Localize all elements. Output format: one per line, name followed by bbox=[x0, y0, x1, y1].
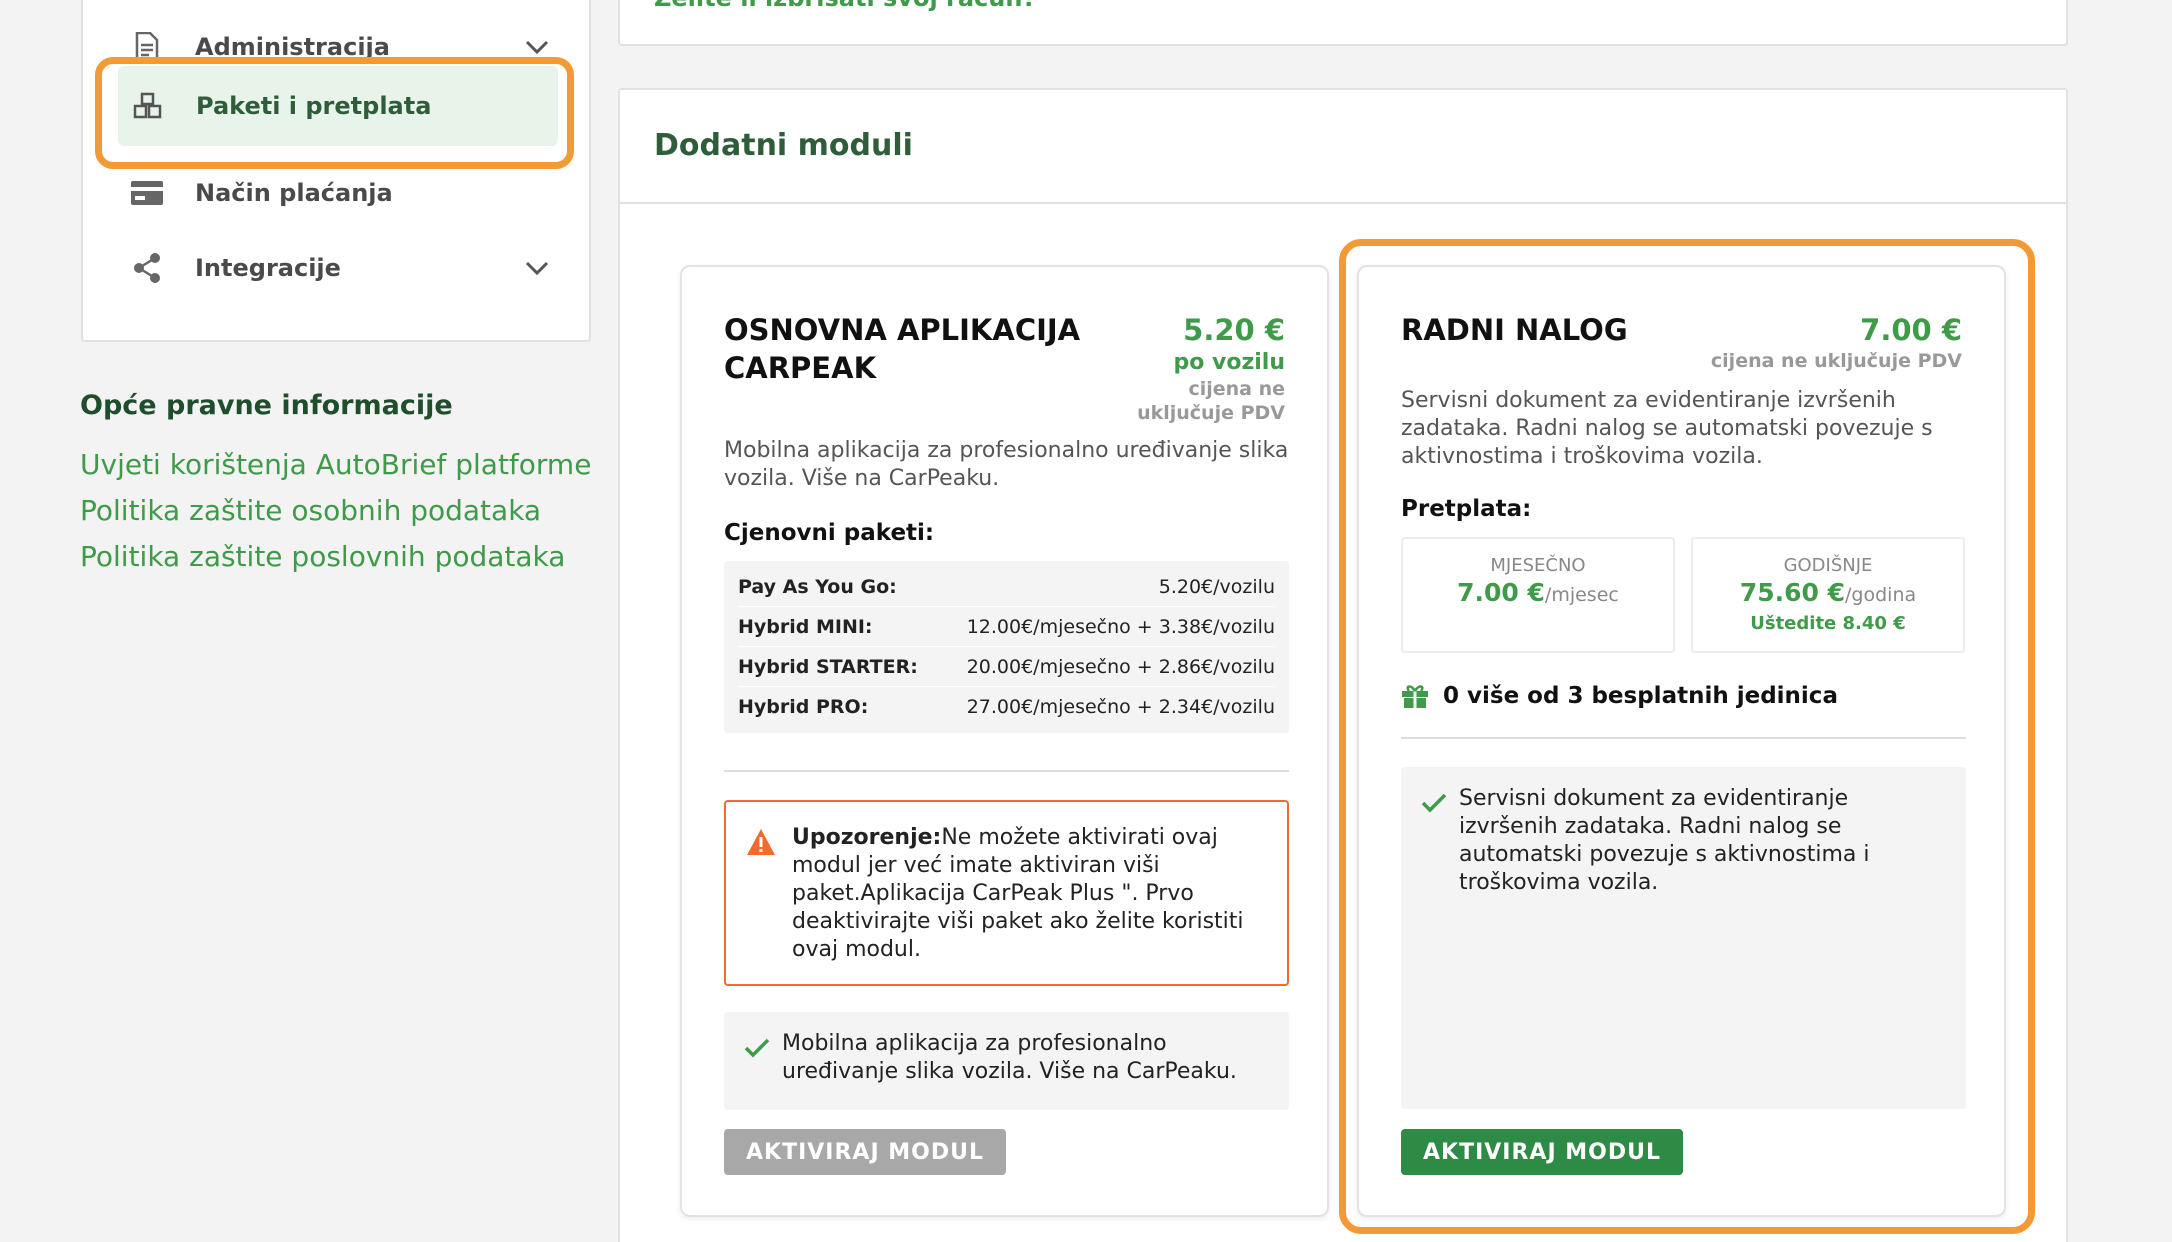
divider bbox=[1401, 737, 1966, 739]
free-units-text: 0 više od 3 besplatnih jedinica bbox=[1443, 683, 1838, 709]
boxes-icon bbox=[118, 92, 178, 120]
vat-note: cijena ne uključuje PDV bbox=[1710, 350, 1962, 372]
table-row: Hybrid PRO: 27.00€/mjesečno + 2.34€/vozil… bbox=[738, 687, 1275, 727]
plan-price-value: 7.00 € bbox=[1457, 578, 1545, 607]
plan-price: 75.60 €/godina bbox=[1693, 578, 1963, 607]
package-name: Hybrid STARTER: bbox=[738, 655, 918, 678]
plan-unit: /godina bbox=[1845, 584, 1917, 606]
price-unit: po vozilu bbox=[1173, 350, 1285, 375]
modules-title: Dodatni moduli bbox=[654, 128, 913, 163]
card-title: OSNOVNA APLIKACIJA CARPEAK bbox=[724, 313, 1081, 385]
module-card-radni-nalog: RADNI NALOG 7.00 € cijena ne uključuje P… bbox=[1357, 265, 2006, 1217]
plan-label: GODIŠNJE bbox=[1783, 555, 1873, 576]
check-icon bbox=[1421, 793, 1447, 821]
check-icon bbox=[744, 1038, 770, 1066]
plan-price: 7.00 €/mjesec bbox=[1403, 578, 1673, 607]
plan-price-value: 75.60 € bbox=[1739, 578, 1846, 607]
warning-icon bbox=[746, 828, 776, 864]
package-name: Pay As You Go: bbox=[738, 575, 897, 598]
price-block: 5.20 € po vozilu cijena ne uključuje PDV bbox=[1135, 311, 1285, 425]
link-business-data[interactable]: Politika zaštite poslovnih podataka bbox=[80, 540, 565, 573]
package-price: 12.00€/mjesečno + 3.38€/vozilu bbox=[966, 615, 1275, 638]
gift-icon bbox=[1402, 685, 1428, 708]
sidebar-item-label: Paketi i pretplata bbox=[196, 92, 432, 120]
table-row: Hybrid MINI: 12.00€/mjesečno + 3.38€/vozi… bbox=[738, 607, 1275, 647]
sidebar-nav: Administracija Paketi i pretplata Način … bbox=[81, 0, 591, 342]
table-row: Pay As You Go: 5.20€/vozilu bbox=[738, 567, 1275, 607]
package-name: Hybrid MINI: bbox=[738, 615, 873, 638]
free-units: 0 više od 3 besplatnih jedinica bbox=[1401, 683, 1838, 709]
plan-monthly[interactable]: MJESEČNO 7.00 €/mjesec bbox=[1401, 537, 1675, 653]
module-card-carpeak: OSNOVNA APLIKACIJA CARPEAK 5.20 € po voz… bbox=[680, 265, 1329, 1217]
plan-yearly[interactable]: GODIŠNJE 75.60 €/godina Uštedite 8.40 € bbox=[1691, 537, 1965, 653]
plan-label: MJESEČNO bbox=[1490, 555, 1586, 576]
activate-module-button[interactable]: AKTIVIRAJ MODUL bbox=[724, 1129, 1007, 1175]
share-icon bbox=[117, 252, 177, 284]
sidebar-item-paketi[interactable]: Paketi i pretplata bbox=[118, 66, 558, 146]
plan-unit: /mjesec bbox=[1544, 584, 1619, 606]
package-price: 27.00€/mjesečno + 2.34€/vozilu bbox=[966, 696, 1275, 718]
sidebar-item-label: Administracija bbox=[195, 33, 390, 61]
price: 5.20 € bbox=[1183, 313, 1285, 347]
account-panel: Želite li izbrisati svoj račun? bbox=[618, 0, 2068, 46]
sidebar-item-label: Način plaćanja bbox=[195, 179, 393, 207]
feature-text: Mobilna aplikacija za profesionalno uređ… bbox=[782, 1031, 1237, 1084]
feature-text: Servisni dokument za evidentiranje izvrš… bbox=[1459, 786, 1870, 895]
credit-card-icon bbox=[117, 180, 177, 206]
package-name: Hybrid PRO: bbox=[738, 696, 869, 718]
packages-table: Pay As You Go: 5.20€/vozilu Hybrid MINI: 1… bbox=[724, 561, 1289, 733]
activate-module-button[interactable]: AKTIVIRAJ MODUL bbox=[1401, 1129, 1684, 1175]
feature-box: Mobilna aplikacija za profesionalno uređ… bbox=[724, 1012, 1289, 1110]
plan-savings: Uštedite 8.40 € bbox=[1750, 613, 1906, 634]
card-description: Servisni dokument za evidentiranje izvrš… bbox=[1401, 388, 1933, 469]
delete-account-link[interactable]: Želite li izbrisati svoj račun? bbox=[654, 0, 1036, 12]
feature-box: Servisni dokument za evidentiranje izvrš… bbox=[1401, 767, 1966, 1109]
sidebar-item-nacin-placanja[interactable]: Način plaćanja bbox=[117, 156, 557, 230]
link-privacy[interactable]: Politika zaštite osobnih podataka bbox=[80, 494, 541, 527]
price: 7.00 € bbox=[1860, 313, 1962, 347]
price-block: 7.00 € cijena ne uključuje PDV bbox=[1711, 311, 1962, 373]
divider bbox=[724, 770, 1289, 772]
packages-label: Cjenovni paketi: bbox=[724, 520, 935, 546]
sidebar-item-label: Integracije bbox=[195, 254, 341, 282]
link-terms[interactable]: Uvjeti korištenja AutoBrief platforme bbox=[80, 448, 591, 481]
subscription-label: Pretplata: bbox=[1401, 496, 1532, 522]
package-price: 5.20€/vozilu bbox=[1158, 575, 1275, 598]
warning-box: Upozorenje:Ne možete aktivirati ovaj mod… bbox=[724, 800, 1289, 986]
document-icon bbox=[117, 32, 177, 62]
chevron-down-icon[interactable] bbox=[517, 261, 557, 275]
chevron-down-icon[interactable] bbox=[517, 40, 557, 54]
vat-note: cijena ne uključuje PDV bbox=[1137, 378, 1285, 424]
table-row: Hybrid STARTER: 20.00€/mjesečno + 2.86€/v… bbox=[738, 647, 1275, 687]
sidebar-item-integracije[interactable]: Integracije bbox=[117, 231, 557, 305]
warning-label: Upozorenje: bbox=[792, 825, 942, 850]
card-description: Mobilna aplikacija za profesionalno uređ… bbox=[724, 438, 1289, 491]
modules-header: Dodatni moduli bbox=[620, 90, 2066, 204]
legal-title: Opće pravne informacije bbox=[80, 390, 453, 421]
package-price: 20.00€/mjesečno + 2.86€/vozilu bbox=[966, 655, 1275, 678]
